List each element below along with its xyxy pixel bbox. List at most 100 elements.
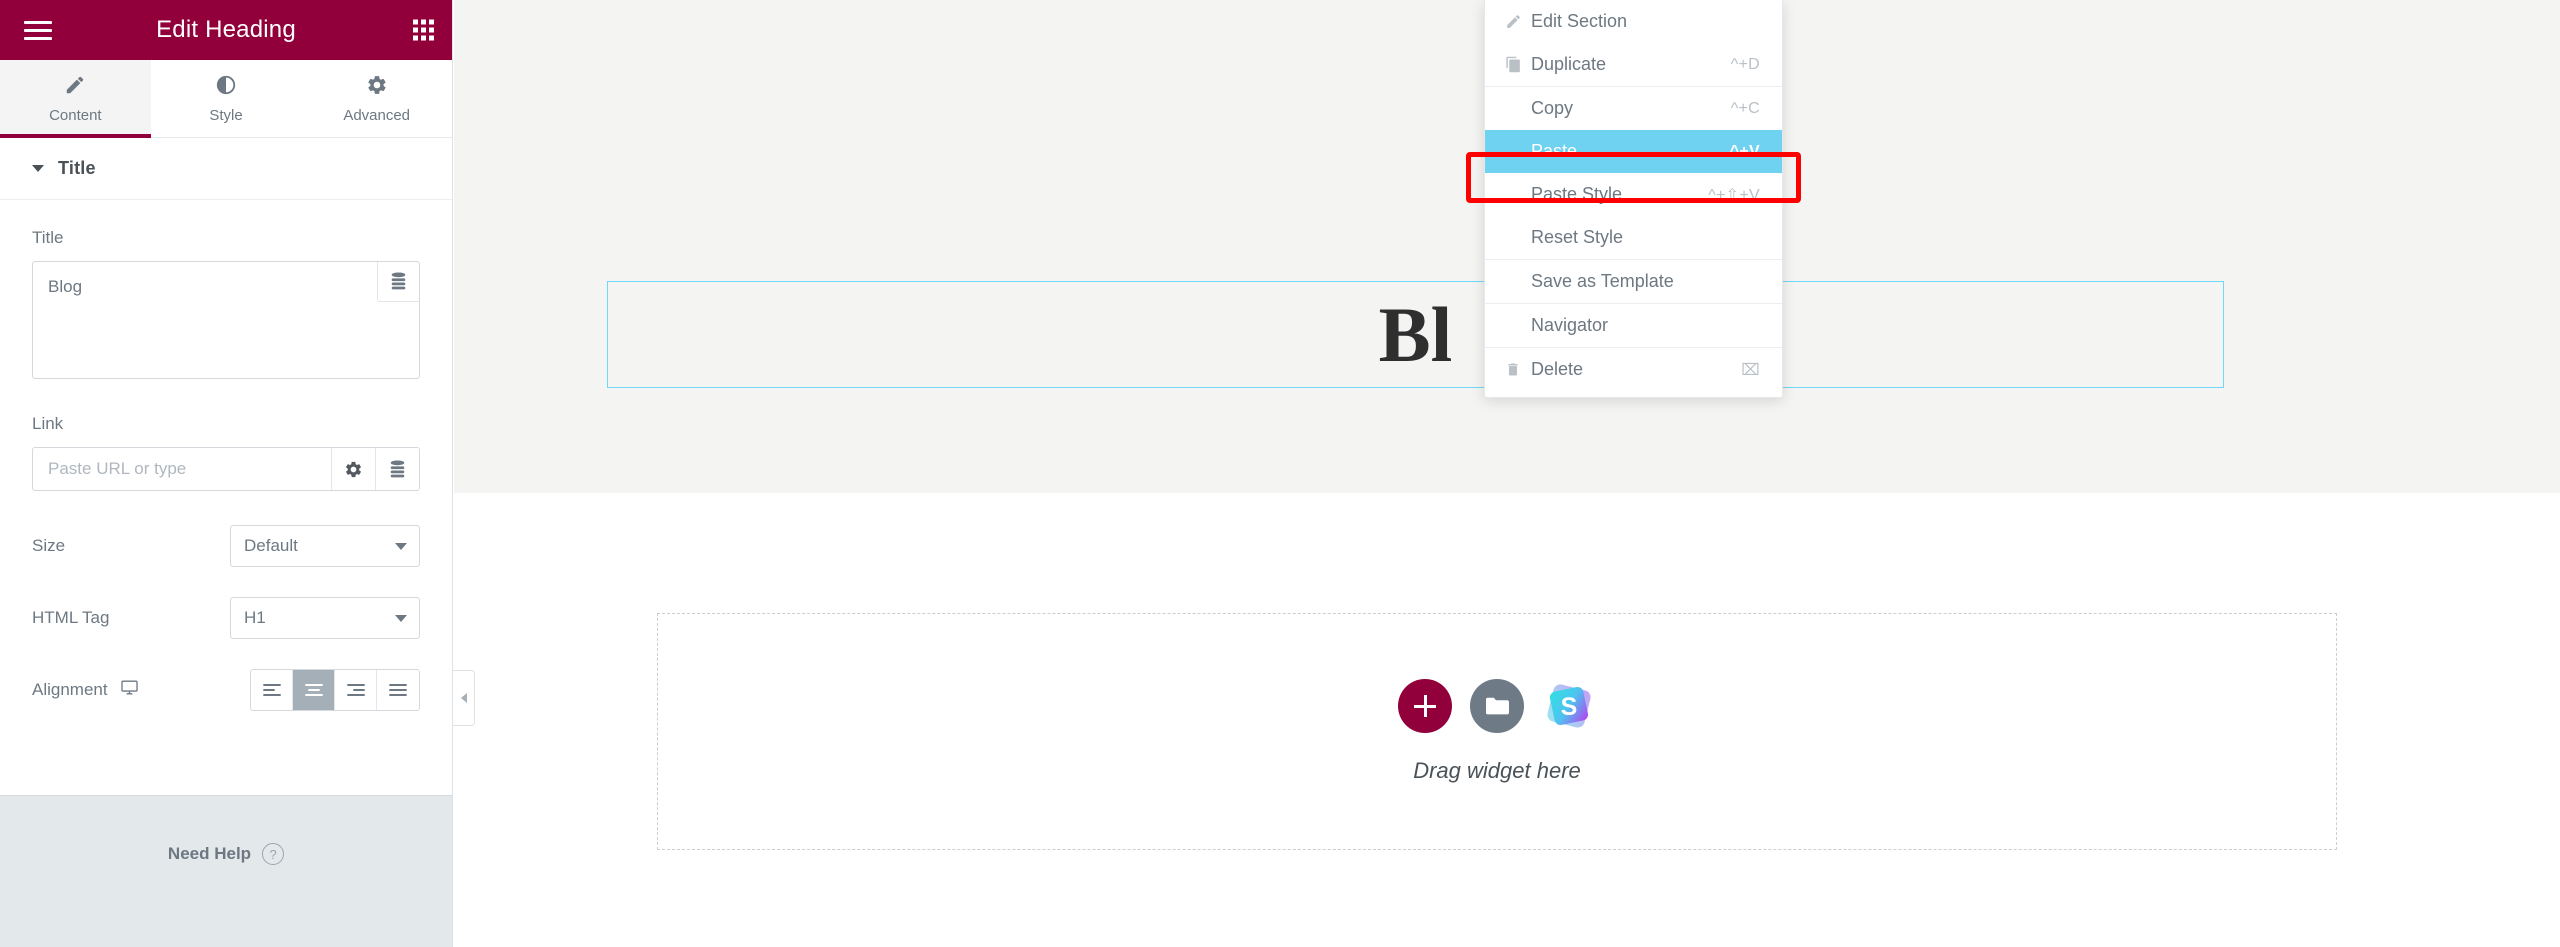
title-textarea-wrap: [32, 261, 420, 384]
title-field-label: Title: [32, 228, 64, 247]
link-input[interactable]: [33, 448, 331, 490]
addon-library-button[interactable]: S: [1542, 679, 1596, 733]
align-left-icon: [262, 684, 281, 696]
alignment-field-label: Alignment: [32, 678, 139, 702]
context-menu-item-paste[interactable]: Paste ^+V: [1485, 130, 1782, 173]
chevron-down-icon: [395, 543, 407, 550]
menu-item-shortcut: ^+C: [1730, 99, 1760, 117]
menu-item-shortcut: ^+⇧+V: [1708, 186, 1760, 204]
context-menu-group: Edit Section Duplicate ^+D: [1485, 0, 1782, 87]
align-left-button[interactable]: [251, 670, 293, 710]
section-title-header[interactable]: Title: [0, 138, 452, 200]
menu-item-label: Paste: [1531, 141, 1578, 161]
context-menu-group: Navigator: [1485, 304, 1782, 348]
heading-section[interactable]: Bl: [607, 281, 2224, 388]
chevron-left-icon: [460, 693, 467, 703]
html-tag-field-label: HTML Tag: [32, 608, 110, 627]
context-menu-item-edit-section[interactable]: Edit Section: [1485, 0, 1782, 43]
link-field-label: Link: [32, 414, 64, 433]
menu-item-label: Duplicate: [1531, 54, 1607, 74]
add-template-button[interactable]: [1470, 679, 1524, 733]
control-title: Title Link: [0, 200, 452, 711]
chevron-down-icon: [32, 165, 44, 172]
context-menu-group: Save as Template: [1485, 260, 1782, 304]
control-html-tag: HTML Tag H1: [32, 597, 420, 639]
pencil-icon: [64, 74, 86, 100]
align-justify-icon: [389, 684, 407, 696]
title-input[interactable]: [32, 261, 420, 379]
copy-icon: [1505, 56, 1531, 73]
menu-item-label: Save as Template: [1531, 271, 1674, 291]
heading-text: Bl: [1378, 290, 1453, 378]
gear-icon: [366, 74, 388, 100]
database-icon: [390, 459, 405, 477]
panel-tabs: Content Style Advanced: [0, 60, 453, 138]
context-menu-group: Copy ^+C Paste ^+V Paste Style ^+⇧+V Res…: [1485, 87, 1782, 260]
context-menu-item-copy[interactable]: Copy ^+C: [1485, 87, 1782, 130]
chevron-down-icon: [395, 615, 407, 622]
align-justify-button[interactable]: [377, 670, 419, 710]
tab-style-label: Style: [209, 106, 243, 124]
database-icon: [391, 272, 406, 290]
context-menu-group: Delete ⌧: [1485, 348, 1782, 391]
menu-item-label: Edit Section: [1531, 11, 1628, 31]
menu-item-label: Paste Style: [1531, 184, 1623, 204]
need-help-button[interactable]: Need Help ?: [167, 843, 285, 865]
link-dynamic-tag-button[interactable]: [375, 448, 419, 490]
question-circle-icon: ?: [262, 843, 285, 865]
section-context-menu: Edit Section Duplicate ^+D Copy ^+C Past…: [1484, 0, 1783, 398]
control-size: Size Default: [32, 525, 420, 567]
html-tag-select[interactable]: H1: [230, 597, 420, 639]
align-center-button[interactable]: [293, 670, 335, 710]
control-link: Link: [32, 414, 420, 491]
editor-panel: Edit Heading Content Style Advanced Titl…: [0, 0, 453, 947]
alignment-button-group: [250, 669, 420, 711]
menu-item-label: Copy: [1531, 98, 1574, 118]
pencil-icon: [1505, 13, 1531, 30]
menu-item-shortcut: ^+D: [1730, 55, 1760, 73]
size-select[interactable]: Default: [230, 525, 420, 567]
menu-item-shortcut: ⌧: [1741, 361, 1760, 379]
context-menu-item-reset-style[interactable]: Reset Style: [1485, 216, 1782, 259]
hamburger-icon[interactable]: [8, 0, 68, 60]
menu-item-label: Navigator: [1531, 315, 1609, 335]
menu-item-label: Reset Style: [1531, 227, 1624, 247]
desktop-icon[interactable]: [120, 678, 139, 702]
link-options-button[interactable]: [331, 448, 375, 490]
grid-icon[interactable]: [413, 19, 434, 41]
add-widget-button[interactable]: [1398, 679, 1452, 733]
tab-style[interactable]: Style: [150, 60, 302, 137]
context-menu-item-paste-style[interactable]: Paste Style ^+⇧+V: [1485, 173, 1782, 216]
context-menu-item-navigator[interactable]: Navigator: [1485, 304, 1782, 347]
panel-footer: Need Help ?: [0, 795, 452, 947]
tab-content[interactable]: Content: [0, 60, 151, 138]
gear-icon: [346, 461, 361, 477]
context-menu-item-duplicate[interactable]: Duplicate ^+D: [1485, 43, 1782, 86]
section-title-label: Title: [58, 158, 96, 178]
title-dynamic-tag-button[interactable]: [377, 262, 419, 302]
panel-body: Title Title Link: [0, 138, 452, 795]
size-select-value: Default: [244, 536, 298, 555]
link-field-wrap: [32, 447, 420, 491]
tab-advanced[interactable]: Advanced: [301, 60, 453, 137]
context-menu-item-delete[interactable]: Delete ⌧: [1485, 348, 1782, 391]
widget-drop-zone[interactable]: S Drag widget here: [657, 613, 2337, 850]
panel-collapse-handle[interactable]: [453, 670, 475, 726]
need-help-label: Need Help: [167, 844, 252, 863]
align-center-icon: [304, 684, 323, 696]
tab-content-label: Content: [49, 106, 102, 124]
control-alignment: Alignment: [32, 669, 420, 711]
contrast-icon: [215, 74, 237, 100]
tab-advanced-label: Advanced: [343, 106, 411, 124]
align-right-icon: [346, 684, 365, 696]
widget-buttons: S: [1398, 679, 1596, 733]
context-menu-item-save-as-template[interactable]: Save as Template: [1485, 260, 1782, 303]
elementor-editor: Edit Heading Content Style Advanced Titl…: [0, 0, 2560, 947]
align-right-button[interactable]: [335, 670, 377, 710]
folder-icon: [1486, 697, 1509, 715]
panel-header: Edit Heading: [0, 0, 452, 60]
menu-item-shortcut: ^+V: [1729, 142, 1760, 160]
html-tag-select-value: H1: [244, 608, 266, 627]
svg-text:S: S: [1561, 693, 1578, 721]
size-field-label: Size: [32, 536, 66, 555]
